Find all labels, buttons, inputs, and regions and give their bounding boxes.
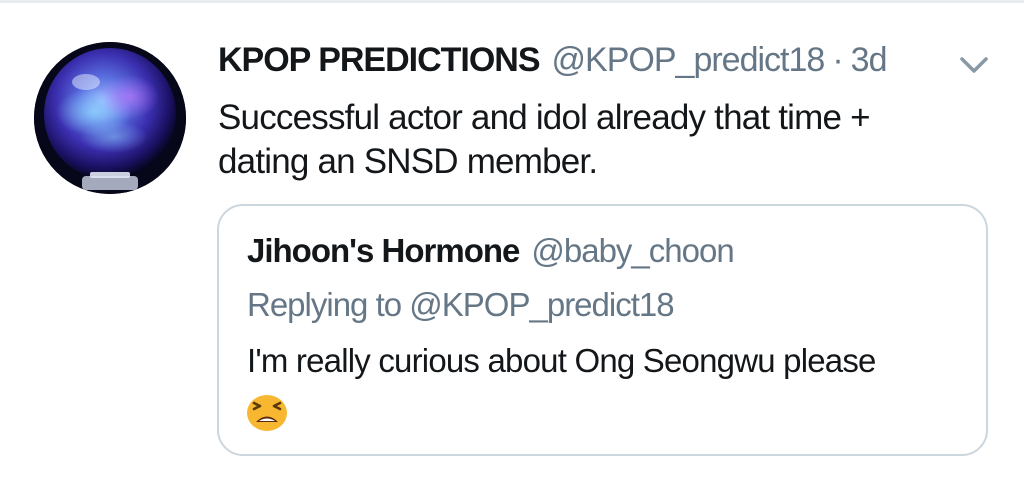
tired-face-emoji-icon: [245, 392, 289, 432]
display-name[interactable]: KPOP PREDICTIONS: [218, 38, 541, 82]
more-options-button[interactable]: [957, 52, 991, 78]
chevron-down-icon: [960, 57, 988, 73]
quote-tweet-card[interactable]: Jihoon's Hormone @baby_choon Replying to …: [217, 204, 988, 456]
tweet[interactable]: KPOP PREDICTIONS @KPOP_predict18 · 3d Su…: [0, 0, 1024, 485]
timestamp[interactable]: 3d: [851, 38, 888, 82]
quote-display-name: Jihoon's Hormone: [247, 232, 520, 269]
tweet-header: KPOP PREDICTIONS @KPOP_predict18 · 3d: [218, 38, 888, 82]
user-handle[interactable]: @KPOP_predict18: [552, 38, 826, 82]
avatar[interactable]: [34, 42, 186, 194]
quote-header: Jihoon's Hormone @baby_choon: [247, 230, 735, 272]
replying-to-line: Replying to @KPOP_predict18: [247, 284, 675, 326]
replying-to-handle[interactable]: @KPOP_predict18: [409, 286, 674, 323]
tweet-text: Successful actor and idol already that t…: [218, 98, 871, 181]
replying-prefix: Replying to: [247, 286, 402, 323]
quote-user-handle: @baby_choon: [531, 232, 734, 269]
crystal-ball-icon: [34, 42, 186, 194]
quote-text: I'm really curious about Ong Seongwu ple…: [247, 342, 876, 379]
separator-dot: ·: [832, 41, 843, 79]
